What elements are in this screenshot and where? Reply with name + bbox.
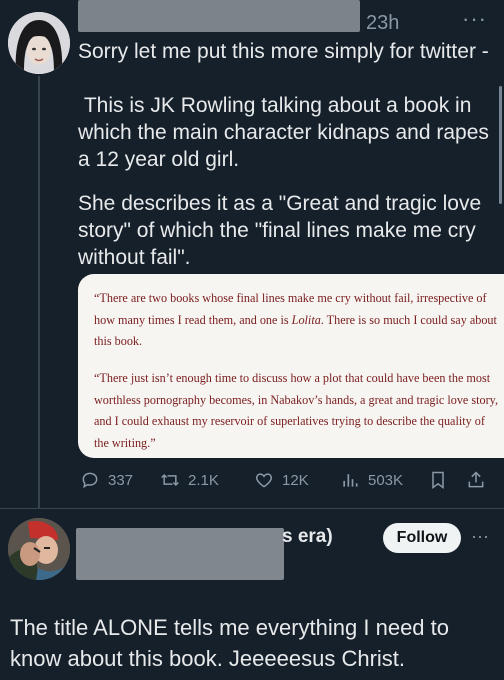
quote-paragraph: “There are two books whose final lines m…: [94, 288, 498, 353]
divider: [0, 508, 504, 509]
like-button[interactable]: 12K: [254, 468, 309, 492]
avatar[interactable]: [8, 518, 70, 580]
reply-button[interactable]: 337: [80, 468, 133, 492]
more-options-icon[interactable]: ···: [471, 526, 489, 547]
reply-count: 337: [108, 471, 134, 489]
tweet-text-line: Sorry let me put this more simply for tw…: [78, 40, 489, 63]
tweet-text-paragraph: This is JK Rowling talking about a book …: [78, 94, 495, 171]
scrollbar[interactable]: [499, 86, 502, 204]
thread-line: [38, 76, 40, 508]
views-icon: [343, 474, 358, 487]
retweet-count: 2.1K: [188, 471, 219, 489]
follow-button[interactable]: Follow: [383, 523, 461, 553]
display-name[interactable]: s era): [282, 526, 333, 548]
bookmark-icon: [432, 471, 444, 489]
more-options-icon[interactable]: ···: [462, 6, 487, 32]
quote-paragraph: “There just isn’t enough time to discuss…: [94, 371, 498, 450]
reply-icon: [82, 472, 98, 489]
share-button[interactable]: [466, 468, 494, 492]
book-title: Lolita: [291, 312, 321, 327]
avatar[interactable]: [8, 12, 70, 74]
like-count: 12K: [282, 471, 309, 489]
tweet-text-paragraph: She describes it as a "Great and tragic …: [78, 192, 488, 269]
reply-text: The title ALONE tells me everything I ne…: [10, 615, 450, 671]
views-count: 503K: [368, 471, 404, 489]
redacted-username: [78, 0, 360, 32]
redacted-username: [76, 528, 284, 580]
timestamp[interactable]: 23h: [366, 12, 399, 35]
retweet-button[interactable]: 2.1K: [160, 468, 219, 492]
views-button[interactable]: 503K: [340, 468, 403, 492]
bookmark-button[interactable]: [428, 468, 456, 492]
heart-icon: [255, 473, 273, 488]
retweet-icon: [161, 473, 179, 487]
quote-image[interactable]: “There are two books whose final lines m…: [78, 274, 504, 458]
share-icon: [468, 471, 484, 488]
